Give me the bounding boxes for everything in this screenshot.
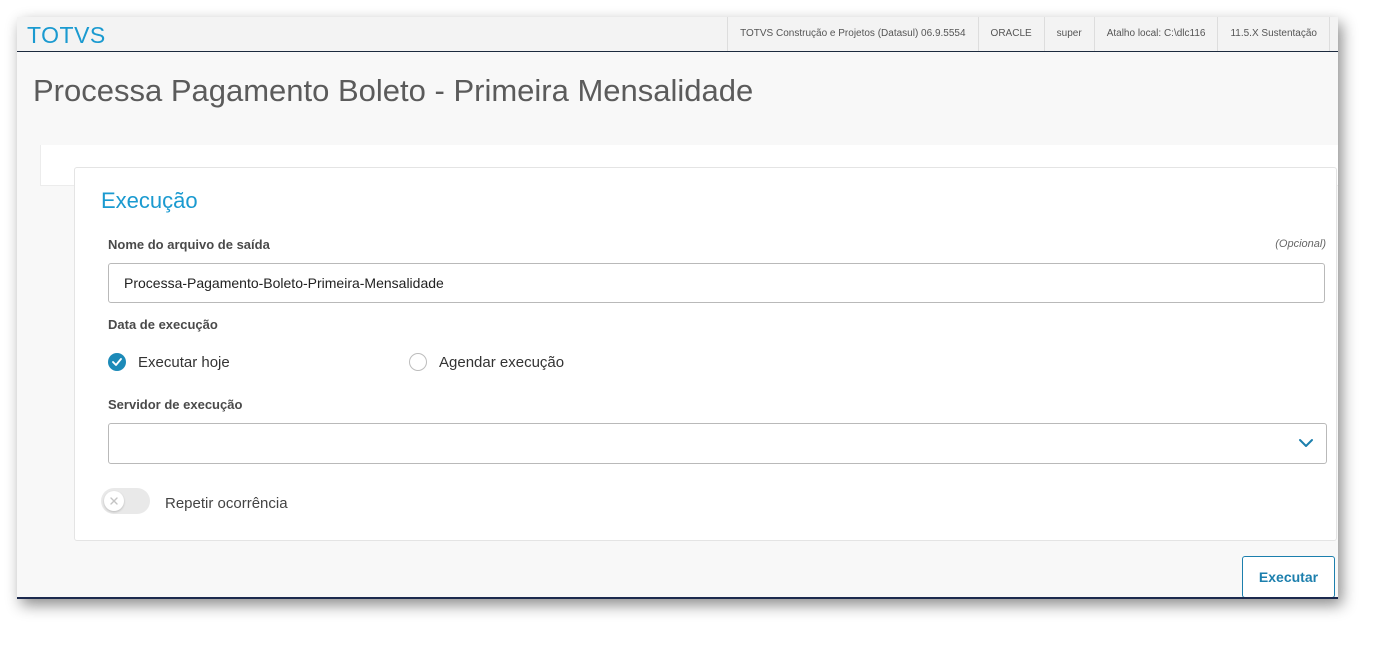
- execution-card: Execução Nome do arquivo de saída (Opcio…: [74, 167, 1337, 541]
- app-window: TOTVS TOTVS Construção e Projetos (Datas…: [17, 17, 1338, 599]
- database-info[interactable]: ORACLE: [977, 17, 1044, 51]
- output-file-label: Nome do arquivo de saída: [108, 237, 270, 252]
- product-info[interactable]: TOTVS Construção e Projetos (Datasul) 06…: [727, 17, 977, 51]
- execute-today-label: Executar hoje: [138, 353, 230, 371]
- radio-empty-icon[interactable]: [409, 353, 427, 371]
- execution-date-label: Data de execução: [108, 317, 218, 332]
- schedule-execution-label: Agendar execução: [439, 353, 565, 371]
- user-info[interactable]: super: [1043, 17, 1094, 51]
- check-icon[interactable]: [108, 353, 126, 371]
- top-bar: TOTVS TOTVS Construção e Projetos (Datas…: [17, 17, 1338, 52]
- execution-title: Execução: [101, 188, 198, 213]
- header-info: TOTVS Construção e Projetos (Datasul) 06…: [727, 17, 1330, 51]
- optional-hint: (Opcional): [1275, 238, 1326, 250]
- output-file-input[interactable]: Processa-Pagamento-Boleto-Primeira-Mensa…: [108, 263, 1325, 303]
- totvs-logo[interactable]: TOTVS: [27, 22, 106, 49]
- repeat-label: Repetir ocorrência: [165, 495, 288, 512]
- radio-schedule-execution[interactable]: Agendar execução: [409, 353, 564, 371]
- close-icon: [104, 491, 124, 511]
- server-select[interactable]: [108, 423, 1327, 464]
- repeat-toggle[interactable]: [101, 488, 150, 514]
- local-shortcut-info[interactable]: Atalho local: C:\dlc116: [1093, 17, 1218, 51]
- version-info[interactable]: 11.5.X Sustentação: [1217, 17, 1330, 51]
- server-label: Servidor de execução: [108, 397, 243, 412]
- execute-button[interactable]: Executar: [1242, 556, 1335, 598]
- bottom-divider: [17, 597, 1338, 599]
- page-title: Processa Pagamento Boleto - Primeira Men…: [33, 73, 754, 108]
- radio-execute-today[interactable]: Executar hoje: [108, 353, 230, 371]
- chevron-down-icon[interactable]: [1298, 435, 1314, 451]
